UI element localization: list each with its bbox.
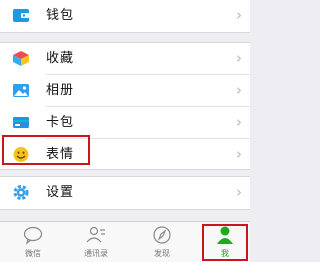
menu-item-wallet[interactable]: 钱包 ›: [0, 0, 250, 31]
cube-icon: [13, 51, 29, 66]
wallet-group: 钱包 ›: [0, 0, 250, 33]
contacts-icon: [86, 226, 105, 243]
chevron-right-icon: ›: [236, 145, 242, 163]
compass-icon: [153, 226, 171, 244]
wallet-icon: [13, 9, 29, 22]
tab-discover[interactable]: 发现: [137, 222, 187, 262]
me-tab-highlight-box: [202, 224, 248, 261]
menu-item-wallet-label: 钱包: [46, 8, 75, 23]
tab-discover-label: 发现: [154, 249, 170, 258]
settings-group: 设置 ›: [0, 176, 250, 210]
chevron-right-icon: ›: [236, 183, 242, 201]
chevron-right-icon: ›: [236, 49, 242, 67]
menu-item-favorites[interactable]: 收藏 ›: [0, 43, 250, 74]
menu-item-settings-label: 设置: [46, 185, 75, 200]
menu-item-settings[interactable]: 设置 ›: [0, 177, 250, 208]
tab-contacts[interactable]: 通讯录: [71, 222, 121, 262]
tab-contacts-label: 通讯录: [84, 249, 108, 258]
menu-item-cards-label: 卡包: [46, 115, 75, 130]
stickers-highlight-box: [2, 135, 90, 165]
menu-item-favorites-label: 收藏: [46, 51, 75, 66]
gear-icon: [13, 185, 29, 200]
menu-item-album-label: 相册: [46, 83, 75, 98]
chevron-right-icon: ›: [236, 113, 242, 131]
tab-chats-label: 微信: [25, 249, 41, 258]
card-icon: [13, 117, 29, 128]
chevron-right-icon: ›: [236, 81, 242, 99]
chevron-right-icon: ›: [236, 6, 242, 24]
tab-chats[interactable]: 微信: [8, 222, 58, 262]
menu-item-cards[interactable]: 卡包 ›: [0, 107, 250, 138]
chat-bubble-icon: [23, 226, 43, 245]
photo-icon: [13, 84, 29, 97]
menu-item-album[interactable]: 相册 ›: [0, 75, 250, 106]
